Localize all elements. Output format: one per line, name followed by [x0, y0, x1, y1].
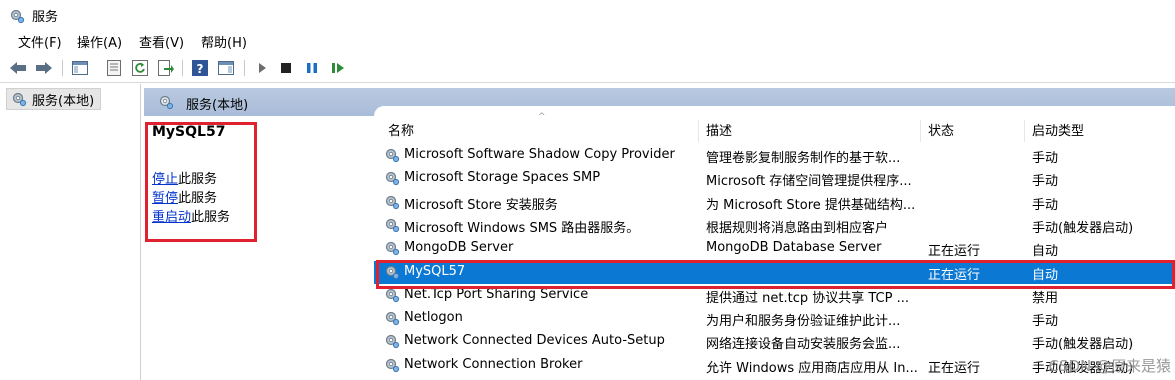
service-status: 正在运行: [928, 244, 981, 260]
service-startup-type: 手动: [1032, 151, 1059, 166]
service-gear-icon: [385, 358, 400, 372]
service-description: 为 Microsoft Store 提供基础结构...: [706, 197, 916, 213]
menu-action[interactable]: 操作(A): [75, 32, 124, 51]
pause-link[interactable]: 暂停: [152, 191, 178, 206]
service-row[interactable]: Microsoft Storage Spaces SMP Microsoft 存储…: [374, 167, 1175, 190]
back-arrow-icon[interactable]: [8, 58, 28, 78]
stop-service-icon[interactable]: [276, 58, 296, 78]
services-gear-icon: [12, 92, 27, 107]
help-icon[interactable]: ?: [190, 58, 210, 78]
action-suffix: 此服务: [178, 191, 218, 206]
restart-service-action: 重启动此服务: [152, 206, 230, 225]
service-name: Microsoft Store 安装服务: [404, 197, 558, 213]
refresh-icon[interactable]: [130, 58, 150, 78]
stop-link[interactable]: 停止: [152, 172, 178, 187]
service-description: MongoDB Database Server: [706, 240, 882, 256]
service-name: MongoDB Server: [404, 240, 514, 256]
column-header-status[interactable]: 状态: [928, 120, 954, 142]
service-name: Network Connected Devices Auto-Setup: [404, 333, 665, 349]
column-header-name[interactable]: 名称: [388, 120, 414, 142]
service-description: 管理卷影复制服务制作的基于软...: [706, 151, 901, 166]
properties-icon[interactable]: [104, 58, 124, 78]
service-row[interactable]: Net.Tcp Port Sharing Service 提供通过 net.tcp…: [374, 284, 1175, 307]
service-row[interactable]: Microsoft Store 安装服务 为 Microsoft Store 提供…: [374, 191, 1175, 214]
menu-file[interactable]: 文件(F): [16, 32, 64, 51]
stop-service-action: 停止此服务: [152, 168, 217, 187]
service-description: 为用户和服务身份验证维护此计...: [706, 314, 901, 330]
service-gear-icon: [385, 311, 400, 326]
menu-bar: 文件(F) 操作(A) 查看(V) 帮助(H): [0, 30, 1175, 52]
service-name: Microsoft Windows SMS 路由器服务。: [404, 220, 640, 236]
service-name: MySQL57: [404, 263, 466, 279]
service-gear-icon: [385, 335, 400, 349]
service-row[interactable]: MySQL57 正在运行 自动: [374, 260, 1175, 284]
action-suffix: 此服务: [191, 210, 231, 225]
service-description: 提供通过 net.tcp 协议共享 TCP ...: [706, 290, 909, 306]
service-gear-icon: [385, 148, 400, 163]
services-gear-icon: [159, 95, 174, 110]
tree-item-services-local[interactable]: 服务(本地): [6, 88, 102, 110]
selected-service-name: MySQL57: [152, 124, 226, 140]
service-description: 根据规则将消息路由到相应客户: [706, 220, 889, 236]
service-row[interactable]: Netlogon 为用户和服务身份验证维护此计... 手动: [374, 307, 1175, 330]
restart-link[interactable]: 重启动: [152, 210, 191, 225]
column-header-description[interactable]: 描述: [706, 120, 732, 142]
service-status: 正在运行: [928, 267, 981, 283]
menu-help[interactable]: 帮助(H): [199, 32, 249, 51]
service-gear-icon: [385, 288, 400, 302]
tree-item-label: 服务(本地): [32, 93, 95, 109]
service-name: Netlogon: [404, 310, 463, 326]
show-hide-pane-icon[interactable]: [216, 58, 236, 78]
window-title: 服务: [32, 10, 59, 25]
pause-service-action: 暂停此服务: [152, 187, 217, 206]
service-row[interactable]: MongoDB Server MongoDB Database Server 正在运…: [374, 237, 1175, 260]
service-description: Microsoft 存储空间管理提供程序...: [706, 174, 912, 190]
console-tree: 服务(本地): [0, 84, 141, 380]
svg-text:?: ?: [197, 62, 204, 76]
service-name: Net.Tcp Port Sharing Service: [404, 286, 589, 302]
service-row[interactable]: Microsoft Software Shadow Copy Provider 管…: [374, 144, 1175, 167]
service-startup-type: 手动(触发器启动): [1032, 220, 1134, 236]
service-startup-type: 禁用: [1032, 290, 1059, 306]
pause-service-icon[interactable]: [302, 58, 322, 78]
service-startup-type: 手动(触发器启动): [1032, 337, 1134, 353]
service-startup-type: 手动: [1032, 174, 1059, 190]
title-bar: 服务: [0, 0, 1175, 30]
menu-view[interactable]: 查看(V): [137, 32, 186, 51]
sort-up-icon: ^: [538, 112, 546, 122]
services-list: ^ 名称 描述 状态 启动类型 Microsoft Software Shado…: [374, 106, 1175, 380]
service-gear-icon: [385, 172, 400, 186]
service-description: 网络连接设备自动安装服务会监...: [706, 337, 901, 353]
service-status: 正在运行: [928, 360, 981, 376]
service-gear-icon: [385, 265, 400, 279]
service-name: Microsoft Software Shadow Copy Provider: [404, 147, 675, 162]
service-row[interactable]: Microsoft Windows SMS 路由器服务。 根据规则将消息路由到相应…: [374, 214, 1175, 237]
service-name: Network Connection Broker: [404, 356, 583, 372]
service-description: 允许 Windows 应用商店应用从 In...: [706, 360, 918, 376]
service-startup-type: 手动: [1032, 197, 1059, 213]
column-header-startup-type[interactable]: 启动类型: [1032, 120, 1084, 142]
toolbar: ?: [0, 54, 1175, 83]
action-suffix: 此服务: [178, 172, 218, 187]
panel-header-title: 服务(本地): [186, 98, 249, 113]
export-list-icon[interactable]: [156, 58, 176, 78]
service-row[interactable]: Network Connected Devices Auto-Setup 网络连接…: [374, 330, 1175, 353]
restart-service-icon[interactable]: [328, 58, 348, 78]
service-startup-type: 自动: [1032, 267, 1059, 283]
console-tree-icon[interactable]: [70, 58, 90, 78]
content-pane: 服务(本地) MySQL57 停止此服务 暂停此服务 重启动此服务 ^ 名称 描…: [144, 84, 1175, 380]
service-gear-icon: [385, 242, 400, 256]
start-service-icon[interactable]: [252, 58, 272, 78]
services-gear-icon: [10, 9, 25, 24]
service-startup-type: 自动: [1032, 244, 1059, 260]
watermark: CSDN @原来是猿: [1048, 357, 1171, 375]
service-detail-pane: MySQL57 停止此服务 暂停此服务 重启动此服务: [144, 116, 374, 380]
service-gear-icon: [385, 195, 400, 209]
service-startup-type: 手动: [1032, 314, 1059, 330]
service-name: Microsoft Storage Spaces SMP: [404, 170, 601, 186]
forward-arrow-icon[interactable]: [34, 58, 54, 78]
service-gear-icon: [385, 218, 400, 232]
